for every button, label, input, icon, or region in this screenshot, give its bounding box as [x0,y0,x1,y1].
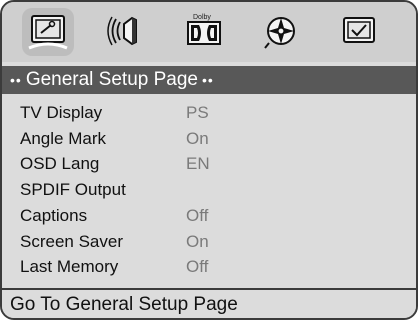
setup-menu-window: Dolby •• General Setup Page •• TV Displa… [0,0,418,320]
menu-item-label: SPDIF Output [20,180,126,199]
menu-item-value: PS [186,103,209,122]
page-title: General Setup Page [25,69,198,90]
menu-item-label: Screen Saver [20,232,123,251]
general-setup-icon[interactable] [27,10,69,54]
page-title-bar: •• General Setup Page •• [2,66,416,94]
dolby-caption: Dolby [193,14,211,21]
setup-menu-list: TV Display PS Angle Mark On OSD Lang EN … [2,96,416,282]
video-setup-icon[interactable] [260,10,302,54]
menu-item-last-memory[interactable]: Last Memory Off [20,256,400,278]
menu-item-screen-saver[interactable]: Screen Saver On [20,231,400,253]
menu-item-tv-display[interactable]: TV Display PS [20,102,400,124]
menu-item-label: TV Display [20,103,103,122]
status-text: Go To General Setup Page [10,294,238,315]
setup-tab-bar: Dolby [2,2,416,62]
title-dots-right: •• [202,72,214,88]
menu-item-angle-mark[interactable]: Angle Mark On [20,128,400,150]
menu-item-captions[interactable]: Captions Off [20,205,400,227]
menu-item-spdif-output[interactable]: SPDIF Output [20,179,400,201]
dolby-setup-icon[interactable]: Dolby [183,10,225,54]
menu-item-osd-lang[interactable]: OSD Lang EN [20,153,400,175]
menu-item-label: Last Memory [20,257,119,276]
title-dots-left: •• [10,72,22,88]
preference-setup-icon[interactable] [338,10,380,54]
menu-item-value: Off [186,257,209,276]
menu-item-label: OSD Lang [20,154,100,173]
menu-item-value: EN [186,154,210,173]
menu-item-value: Off [186,206,209,225]
audio-setup-icon[interactable] [106,10,148,54]
menu-item-value: On [186,129,209,148]
menu-item-label: Captions [20,206,88,225]
menu-item-value: On [186,232,209,251]
status-bar: Go To General Setup Page [2,288,416,318]
menu-item-label: Angle Mark [20,129,106,148]
